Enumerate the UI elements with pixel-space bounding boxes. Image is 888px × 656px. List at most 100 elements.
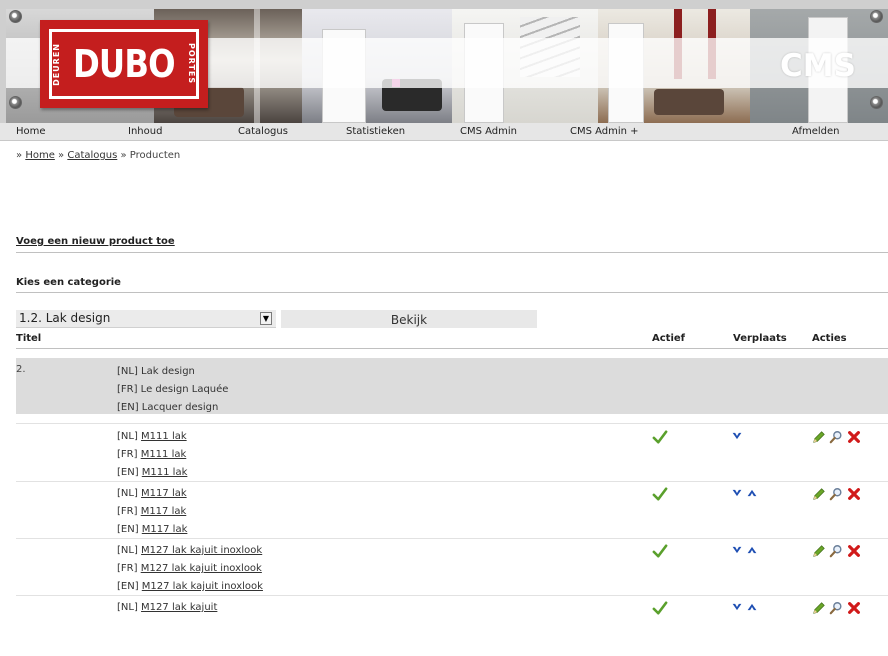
header-active: Actief [652,333,686,344]
divider [16,252,888,253]
language-tag: [EN] [117,467,142,478]
row-divider [16,423,888,424]
category-title-en: [EN] Lacquer design [117,402,219,413]
cms-title: CMS [780,48,856,84]
magnifier-icon[interactable] [829,430,843,444]
divider [16,348,888,349]
pencil-icon[interactable] [812,430,826,444]
product-title-line: [FR] M117 lak [117,503,187,521]
delete-x-icon[interactable] [847,430,861,444]
language-tag: [EN] [117,581,142,592]
delete-x-icon[interactable] [847,601,861,615]
product-title-line: [FR] M111 lak [117,446,187,464]
dubo-logo[interactable]: DEUREN DUBO PORTES [40,20,208,108]
product-title-line: [NL] M127 lak kajuit [117,599,217,617]
language-tag: [EN] [117,524,142,535]
bolt-icon [870,96,883,109]
product-title-line: [NL] M117 lak [117,485,187,503]
check-icon[interactable] [652,601,668,615]
bolt-icon [9,96,22,109]
product-link[interactable]: M117 lak [141,506,187,517]
breadcrumb-home[interactable]: Home [25,150,55,161]
language-tag: [NL] [117,602,142,613]
category-title-nl: [NL] Lak design [117,366,195,377]
language-tag: [FR] [117,506,141,517]
language-tag: [NL] [117,488,142,499]
nav-home[interactable]: Home [16,126,46,137]
logo-text-main: DUBO [73,42,176,86]
pencil-icon[interactable] [812,487,826,501]
category-row: 2. [NL] Lak design [FR] Le design Laquée… [16,358,888,414]
nav-statistieken[interactable]: Statistieken [346,126,405,137]
language-tag: [FR] [117,449,141,460]
product-title-line: [EN] M127 lak kajuit inoxlook [117,578,263,596]
arrow-up-icon[interactable] [746,545,758,555]
language-tag: [NL] [117,431,142,442]
magnifier-icon[interactable] [829,487,843,501]
product-title-line: [EN] M117 lak [117,521,187,539]
nav-cms-admin[interactable]: CMS Admin [460,126,517,137]
breadcrumb-catalogus[interactable]: Catalogus [67,150,117,161]
view-button[interactable]: Bekijk [281,310,537,328]
nav-afmelden[interactable]: Afmelden [792,126,840,137]
header-title: Titel [16,333,42,344]
choose-category-label: Kies een categorie [16,277,121,288]
magnifier-icon[interactable] [829,544,843,558]
nav-inhoud[interactable]: Inhoud [128,126,162,137]
dropdown-arrow-icon[interactable]: ▼ [260,312,272,325]
product-link[interactable]: M127 lak kajuit inoxlook [142,581,263,592]
arrow-down-icon[interactable] [731,431,743,441]
check-icon[interactable] [652,430,668,444]
row-divider [16,538,888,539]
product-titles: [NL] M127 lak kajuit [117,599,217,617]
breadcrumb: » Home » Catalogus » Producten [16,150,180,161]
arrow-down-icon[interactable] [731,545,743,555]
divider [16,292,888,293]
language-tag: [NL] [117,545,142,556]
product-link[interactable]: M117 lak [141,488,187,499]
breadcrumb-sep: » [58,150,65,161]
add-product-link[interactable]: Voeg een nieuw product toe [16,236,175,247]
product-link[interactable]: M111 lak [141,431,187,442]
logo-text-right: PORTES [186,43,196,85]
delete-x-icon[interactable] [847,544,861,558]
nav-cms-admin-plus[interactable]: CMS Admin + [570,126,639,137]
header-actions: Acties [812,333,847,344]
product-link[interactable]: M111 lak [142,467,188,478]
arrow-down-icon[interactable] [731,602,743,612]
row-divider [16,481,888,482]
bolt-icon [870,10,883,23]
product-title-line: [EN] M111 lak [117,464,187,482]
bolt-icon [9,10,22,23]
product-link[interactable]: M127 lak kajuit inoxlook [141,563,262,574]
product-link[interactable]: M117 lak [142,524,188,535]
pencil-icon[interactable] [812,601,826,615]
product-title-line: [NL] M111 lak [117,428,187,446]
delete-x-icon[interactable] [847,487,861,501]
category-titles: [NL] Lak design [FR] Le design Laquée [E… [117,363,228,417]
product-row: [NL] M127 lak kajuit [16,599,888,656]
category-select[interactable]: 1.2. Lak design ▼ [16,310,276,328]
nav-catalogus[interactable]: Catalogus [238,126,288,137]
breadcrumb-current: Producten [129,150,181,161]
breadcrumb-sep: » [120,150,127,161]
product-link[interactable]: M127 lak kajuit inoxlook [141,545,262,556]
product-titles: [NL] M111 lak [FR] M111 lak [EN] M111 lak [117,428,187,482]
pencil-icon[interactable] [812,544,826,558]
product-title-line: [FR] M127 lak kajuit inoxlook [117,560,263,578]
product-row: [NL] M127 lak kajuit inoxlook [FR] M127 l… [16,542,888,599]
magnifier-icon[interactable] [829,601,843,615]
product-link[interactable]: M127 lak kajuit [141,602,217,613]
product-row: [NL] M117 lak [FR] M117 lak [EN] M117 lak [16,485,888,542]
language-tag: [FR] [117,563,141,574]
product-link[interactable]: M111 lak [141,449,187,460]
check-icon[interactable] [652,544,668,558]
breadcrumb-sep: » [16,150,23,161]
product-row: [NL] M111 lak [FR] M111 lak [EN] M111 lak [16,428,888,485]
check-icon[interactable] [652,487,668,501]
arrow-up-icon[interactable] [746,488,758,498]
arrow-down-icon[interactable] [731,488,743,498]
row-divider [16,595,888,596]
product-titles: [NL] M117 lak [FR] M117 lak [EN] M117 lak [117,485,187,539]
arrow-up-icon[interactable] [746,602,758,612]
